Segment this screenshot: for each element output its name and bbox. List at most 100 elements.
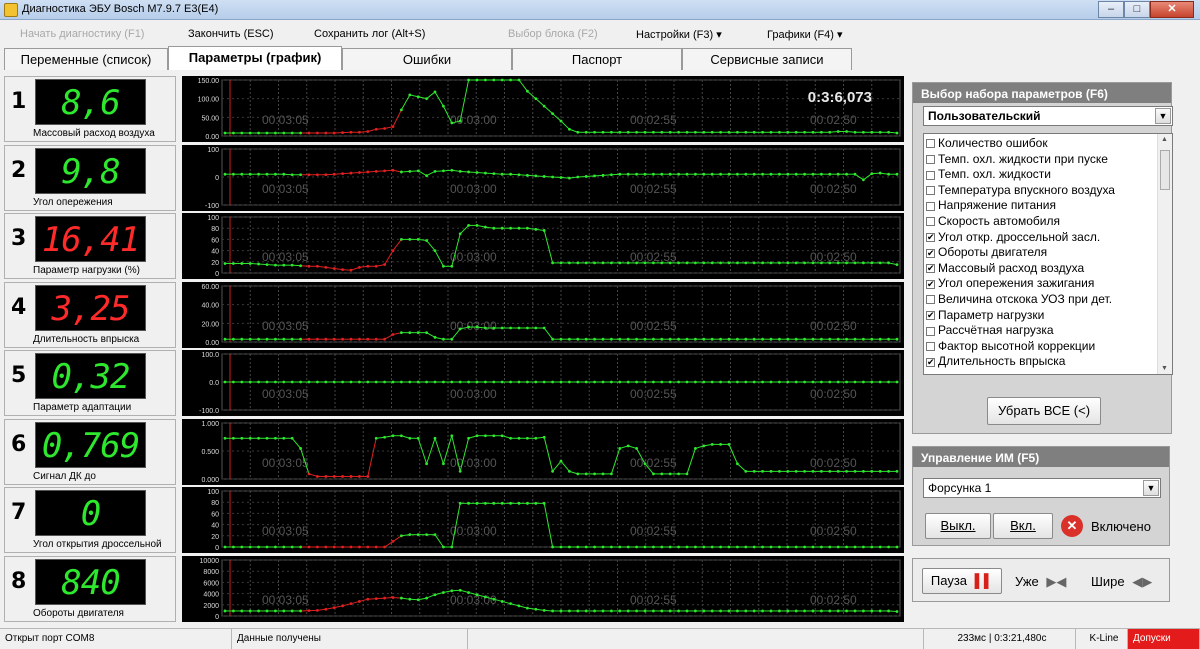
param-checkbox-item[interactable]: Количество ошибок — [926, 136, 1048, 152]
data-point — [358, 600, 361, 603]
data-point — [416, 238, 420, 241]
data-point — [408, 597, 412, 601]
checklist-scrollbar[interactable]: ▲ ▼ — [1157, 134, 1172, 374]
data-point — [559, 176, 563, 179]
param-checkbox-item[interactable]: ✔ Параметр нагрузки — [926, 308, 1044, 324]
tab-errors[interactable]: Ошибки — [342, 48, 512, 70]
chart-2[interactable]: 100 0 -100 00:03:05 00:03:00 00:02:55 00:02:50 — [182, 145, 904, 211]
param-checkbox-item[interactable]: Величина отскока УОЗ при дет. — [926, 292, 1112, 308]
chevron-down-icon[interactable]: ▼ — [1155, 108, 1171, 124]
chart-7[interactable]: 100 80 60 40 20 0 00:03:05 00:03:00 00:02:55 00:0… — [182, 487, 904, 553]
param-checklist[interactable]: Количество ошибок Темп. охл. жидкости при… — [923, 133, 1173, 375]
param-checkbox-item[interactable]: ✔ Массовый расход воздуха — [926, 261, 1084, 277]
checkbox[interactable]: ✔ — [926, 357, 935, 367]
wider-button[interactable]: Шире ◀▶ — [1091, 574, 1152, 590]
checkbox[interactable]: ✔ — [926, 279, 935, 289]
chart-8[interactable]: 10000 8000 6000 4000 2000 0 00:03:05 00:03:00 00… — [182, 556, 904, 622]
param-checkbox-item[interactable]: Температура впускного воздуха — [926, 183, 1115, 199]
param-checkbox-item[interactable]: Темп. охл. жидкости — [926, 167, 1051, 183]
data-point — [677, 261, 680, 265]
chart-3[interactable]: 100 80 60 40 20 0 00:03:05 00:03:00 00:02:55 00:0… — [182, 213, 904, 279]
checkbox[interactable]: ✔ — [926, 248, 935, 258]
close-button[interactable]: ✕ — [1150, 1, 1194, 18]
checkbox[interactable] — [926, 139, 935, 149]
data-point — [668, 130, 672, 134]
chart-6[interactable]: 1.000 0.500 0.000 00:03:05 00:03:00 00:02:55 0… — [182, 419, 904, 485]
checkbox[interactable] — [926, 154, 935, 164]
stop-icon[interactable]: ✕ — [1061, 515, 1083, 537]
gauge-value: 8,6 — [35, 79, 146, 125]
param-checkbox-item[interactable]: ✔ Угол откр. дроссельной засл. — [926, 230, 1100, 246]
menu-settings[interactable]: Настройки (F3) ▾ — [636, 28, 722, 41]
param-checkbox-item[interactable]: Скорость автомобиля — [926, 214, 1060, 230]
data-point — [400, 380, 403, 384]
data-point — [467, 78, 470, 82]
chevron-down-icon: ▾ — [716, 29, 722, 41]
scroll-down-icon[interactable]: ▼ — [1161, 365, 1168, 372]
data-point — [358, 545, 361, 549]
menu-graphs[interactable]: Графики (F4) ▾ — [767, 28, 843, 41]
chart-5[interactable]: 100.0 0.0 -100.0 00:03:05 00:03:00 00:02:55 00… — [182, 350, 904, 416]
checkbox[interactable] — [926, 201, 935, 211]
param-checkbox-item[interactable]: Рассчётная нагрузка — [926, 323, 1054, 339]
menu-save-log[interactable]: Сохранить лог (Alt+S) — [314, 28, 425, 40]
data-point — [257, 545, 260, 549]
scroll-thumb[interactable] — [1160, 150, 1170, 190]
param-checkbox-item[interactable]: Фактор высотной коррекции — [926, 339, 1095, 355]
x-tick-label: 00:03:05 — [262, 182, 309, 196]
checkbox[interactable] — [926, 217, 935, 227]
minimize-button[interactable]: – — [1098, 1, 1124, 18]
checkbox[interactable] — [926, 295, 935, 305]
data-point — [526, 326, 529, 330]
narrow-button[interactable]: Уже ▶◀ — [1015, 574, 1066, 590]
data-point — [400, 434, 403, 438]
im-device-select[interactable]: Форсунка 1 ▼ — [923, 478, 1161, 498]
y-tick-label: 0 — [215, 614, 219, 621]
menu-finish[interactable]: Закончить (ESC) — [188, 28, 274, 40]
chart-4[interactable]: 60.00 40.00 20.00 0.00 00:03:05 00:03:00 00:02… — [182, 282, 904, 348]
tab-variables[interactable]: Переменные (список) — [4, 48, 168, 70]
tab-service-records[interactable]: Сервисные записи — [682, 48, 852, 70]
data-point — [660, 545, 664, 549]
tab-passport[interactable]: Паспорт — [512, 48, 682, 70]
off-button[interactable]: Выкл. — [925, 513, 991, 539]
gauge-label: Угол открытия дроссельной — [33, 539, 162, 550]
remove-all-button[interactable]: Убрать ВСЕ (<) — [987, 397, 1101, 425]
series-segment — [543, 503, 554, 548]
checkbox[interactable] — [926, 326, 935, 336]
menu-start-diagnostics[interactable]: Начать диагностику (F1) — [20, 28, 144, 40]
data-point — [862, 130, 865, 134]
preset-select[interactable]: Пользовательский ▼ — [923, 106, 1173, 126]
param-checkbox-item[interactable]: ✔ Длительность впрыска — [926, 354, 1065, 370]
pause-button[interactable]: Пауза ▌▌ — [922, 568, 1002, 594]
param-checkbox-item[interactable]: ✔ Обороты двигателя — [926, 245, 1047, 261]
chart-1[interactable]: 150.00 100.00 50.00 0.00 00:03:05 00:03:00 00:… — [182, 76, 904, 142]
param-checkbox-item[interactable]: Темп. охл. жидкости при пуске — [926, 152, 1108, 168]
param-checkbox-item[interactable]: Напряжение питания — [926, 198, 1056, 214]
data-point — [341, 337, 344, 341]
tab-parameters-graph[interactable]: Параметры (график) — [168, 46, 342, 70]
chevron-down-icon[interactable]: ▼ — [1143, 480, 1159, 496]
data-point — [517, 436, 521, 440]
checkbox[interactable]: ✔ — [926, 264, 935, 274]
checkbox[interactable] — [926, 170, 935, 180]
narrow-icon: ▶◀ — [1046, 574, 1067, 589]
data-point — [895, 380, 899, 384]
checkbox[interactable] — [926, 342, 935, 352]
param-label: Угол откр. дроссельной засл. — [938, 229, 1101, 244]
y-tick-label: 6000 — [203, 580, 219, 587]
checkbox[interactable]: ✔ — [926, 232, 935, 242]
data-point — [618, 130, 622, 134]
maximize-button[interactable]: □ — [1124, 1, 1150, 18]
on-button[interactable]: Вкл. — [993, 513, 1053, 539]
data-point — [416, 95, 420, 99]
data-point — [685, 609, 689, 613]
data-point — [349, 475, 353, 478]
checkbox[interactable]: ✔ — [926, 310, 935, 320]
checkbox[interactable] — [926, 186, 935, 196]
param-label: Длительность впрыска — [938, 354, 1066, 369]
param-checkbox-item[interactable]: ✔ Угол опережения зажигания — [926, 276, 1094, 292]
scroll-up-icon[interactable]: ▲ — [1161, 136, 1168, 143]
gauge-value: 0 — [35, 490, 146, 536]
menu-select-block[interactable]: Выбор блока (F2) — [508, 28, 598, 40]
